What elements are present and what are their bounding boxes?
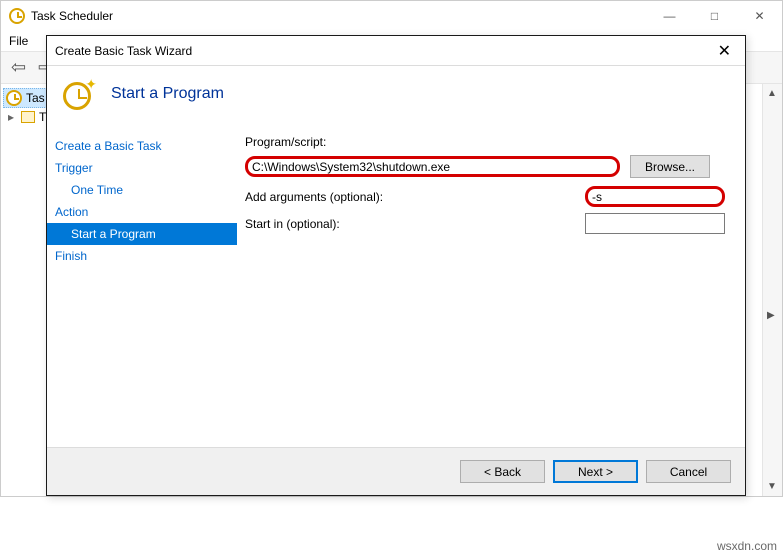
close-button[interactable]: ✕: [737, 1, 782, 31]
startin-input[interactable]: [585, 213, 725, 234]
program-label: Program/script:: [245, 135, 725, 149]
folder-icon: [21, 111, 35, 123]
app-title: Task Scheduler: [31, 9, 113, 23]
watermark: wsxdn.com: [717, 539, 777, 553]
startin-label: Start in (optional):: [245, 217, 577, 231]
expand-icon[interactable]: ▸: [5, 110, 17, 124]
nav-create-task[interactable]: Create a Basic Task: [47, 135, 237, 157]
wizard-titlebar[interactable]: Create Basic Task Wizard ✕: [47, 36, 745, 66]
nav-trigger[interactable]: Trigger: [47, 157, 237, 179]
nav-action[interactable]: Action: [47, 201, 237, 223]
clock-icon: [63, 82, 91, 110]
scroll-right-icon[interactable]: ▶: [767, 310, 775, 321]
program-input[interactable]: [245, 156, 620, 177]
scroll-up-icon[interactable]: ▲: [767, 88, 777, 99]
close-icon[interactable]: ✕: [712, 41, 737, 61]
maximize-button[interactable]: □: [692, 1, 737, 31]
wizard-heading: Start a Program: [111, 85, 224, 103]
minimize-button[interactable]: —: [647, 1, 692, 31]
next-button[interactable]: Next >: [553, 460, 638, 483]
wizard-nav: Create a Basic Task Trigger One Time Act…: [47, 131, 237, 447]
actions-pane-scroll[interactable]: ▲ ▶ ▼: [762, 84, 782, 496]
app-icon: [9, 8, 25, 24]
arguments-label: Add arguments (optional):: [245, 190, 577, 204]
wizard-form: Program/script: Browse... Add arguments …: [237, 131, 745, 447]
main-titlebar[interactable]: Task Scheduler — □ ✕: [1, 1, 782, 31]
tree-root-icon: [6, 90, 22, 106]
tree-root-label: Tas: [26, 91, 45, 105]
back-button[interactable]: < Back: [460, 460, 545, 483]
wizard-footer: < Back Next > Cancel: [47, 447, 745, 495]
nav-one-time[interactable]: One Time: [47, 179, 237, 201]
wizard-title: Create Basic Task Wizard: [55, 44, 712, 58]
nav-finish[interactable]: Finish: [47, 245, 237, 267]
scroll-down-icon[interactable]: ▼: [767, 481, 777, 492]
nav-back-icon[interactable]: ⇦: [7, 57, 30, 78]
cancel-button[interactable]: Cancel: [646, 460, 731, 483]
wizard-icon: ✦: [63, 78, 95, 110]
wizard-header: ✦ Start a Program: [47, 66, 745, 121]
menu-file[interactable]: File: [9, 34, 28, 48]
nav-start-program[interactable]: Start a Program: [47, 223, 237, 245]
wizard-dialog: Create Basic Task Wizard ✕ ✦ Start a Pro…: [46, 35, 746, 496]
browse-button[interactable]: Browse...: [630, 155, 710, 178]
arguments-input[interactable]: [585, 186, 725, 207]
